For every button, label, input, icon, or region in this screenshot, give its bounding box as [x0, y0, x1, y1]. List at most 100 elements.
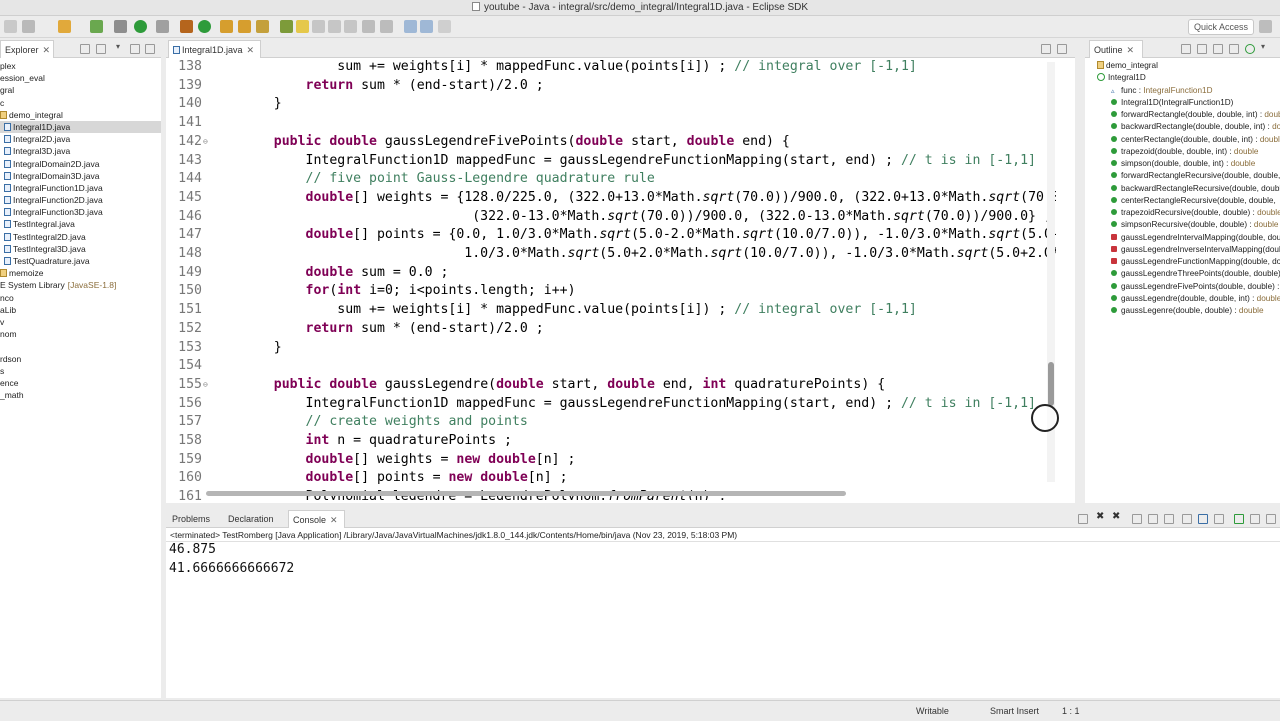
- tree-item[interactable]: E System Library [JavaSE-1.8]: [0, 279, 161, 291]
- outline-item[interactable]: gaussLegendreIntervalMapping(double, dou…: [1085, 232, 1280, 244]
- outline-item[interactable]: forwardRectangle(double, double, int) : …: [1085, 109, 1280, 121]
- outline-item[interactable]: simpsonRecursive(double, double) : doubl…: [1085, 219, 1280, 231]
- new-class-icon[interactable]: [198, 20, 211, 33]
- prev-annotation-icon[interactable]: [380, 20, 393, 33]
- code-line[interactable]: 159 double[] weights = new double[n] ;: [166, 451, 575, 470]
- tab-declaration[interactable]: Declaration: [224, 510, 280, 528]
- outline-item[interactable]: backwardRectangleRecursive(double, doubl…: [1085, 183, 1280, 195]
- outline-item[interactable]: gaussLegendreFunctionMapping(double, dou…: [1085, 256, 1280, 268]
- clear-console-icon[interactable]: [1132, 514, 1142, 524]
- next-annotation-icon[interactable]: [362, 20, 375, 33]
- tree-item-java-file[interactable]: Integral2D.java: [0, 133, 161, 145]
- outline-item[interactable]: gaussLegendreThreePoints(double, double)…: [1085, 268, 1280, 280]
- minimize-icon[interactable]: [130, 44, 140, 54]
- tab-outline[interactable]: Outline ✕: [1089, 40, 1143, 58]
- collapse-all-icon[interactable]: [80, 44, 90, 54]
- search-icon[interactable]: [238, 20, 251, 33]
- outline-item[interactable]: backwardRectangle(double, double, int) :…: [1085, 121, 1280, 133]
- tree-item[interactable]: memoize: [0, 267, 161, 279]
- word-wrap-icon[interactable]: [1164, 514, 1174, 524]
- tree-item[interactable]: plex: [0, 60, 161, 72]
- new-java-project-icon[interactable]: [180, 20, 193, 33]
- last-edit-icon[interactable]: [438, 20, 451, 33]
- annotation-icon[interactable]: [280, 20, 293, 33]
- console-output[interactable]: 46.875 41.6666666666672: [169, 541, 294, 578]
- tree-item-java-file[interactable]: Integral3D.java: [0, 145, 161, 157]
- display-console-icon[interactable]: [1250, 514, 1260, 524]
- tab-problems[interactable]: Problems: [168, 510, 216, 528]
- show-on-output-icon[interactable]: [1182, 514, 1192, 524]
- tree-item-java-file[interactable]: TestIntegral3D.java: [0, 243, 161, 255]
- vertical-scroll-thumb[interactable]: [1048, 362, 1054, 406]
- tree-item-java-file[interactable]: TestIntegral.java: [0, 218, 161, 230]
- tree-item-java-file[interactable]: IntegralFunction3D.java: [0, 206, 161, 218]
- highlight-icon[interactable]: [296, 20, 309, 33]
- outline-item[interactable]: gaussLegendre(double, double, int) : dou…: [1085, 293, 1280, 305]
- outline-item[interactable]: demo_integral: [1085, 60, 1280, 72]
- code-line[interactable]: 141: [166, 114, 242, 133]
- maximize-icon[interactable]: [145, 44, 155, 54]
- tree-item[interactable]: gral: [0, 84, 161, 96]
- tree-item[interactable]: _math: [0, 389, 161, 401]
- show-on-error-icon[interactable]: [1198, 514, 1208, 524]
- tree-item-java-file[interactable]: IntegralFunction2D.java: [0, 194, 161, 206]
- new-package-icon[interactable]: [90, 20, 103, 33]
- hide-fields-icon[interactable]: [1213, 44, 1223, 54]
- outline-item[interactable]: centerRectangle(double, double, int) : d…: [1085, 134, 1280, 146]
- code-line[interactable]: 148 1.0/3.0*Math.sqrt(5.0+2.0*Math.sqrt(…: [166, 245, 1056, 264]
- close-icon[interactable]: ✕: [247, 45, 255, 55]
- outline-item[interactable]: gaussLegenre(double, double) : double: [1085, 305, 1280, 317]
- code-line[interactable]: 142 ⊖ public double gaussLegendreFivePoin…: [166, 133, 790, 152]
- code-line[interactable]: 140 }: [166, 95, 282, 114]
- tree-item[interactable]: rdson: [0, 353, 161, 365]
- block-select-icon[interactable]: [328, 20, 341, 33]
- run-icon[interactable]: [134, 20, 147, 33]
- open-console-icon[interactable]: [1234, 514, 1244, 524]
- code-line[interactable]: 138 sum += weights[i] * mappedFunc.value…: [166, 58, 917, 77]
- outline-item[interactable]: simpson(double, double, int) : double: [1085, 158, 1280, 170]
- tree-item-java-file[interactable]: TestIntegral2D.java: [0, 231, 161, 243]
- code-line[interactable]: 146 (322.0-13.0*Math.sqrt(70.0))/900.0, …: [166, 208, 1052, 227]
- code-line[interactable]: 154: [166, 357, 242, 376]
- collapse-all-icon[interactable]: [1181, 44, 1191, 54]
- outline-item[interactable]: gaussLegendreInverseIntervalMapping(doub…: [1085, 244, 1280, 256]
- code-line[interactable]: 152 return sum * (end-start)/2.0 ;: [166, 320, 544, 339]
- view-menu-icon[interactable]: ▾: [116, 42, 126, 52]
- fold-toggle-icon[interactable]: ⊖: [203, 376, 208, 395]
- external-tools-icon[interactable]: [156, 20, 169, 33]
- code-line[interactable]: 147 double[] points = {0.0, 1.0/3.0*Math…: [166, 226, 1056, 245]
- code-line[interactable]: 153 }: [166, 339, 282, 358]
- tree-item[interactable]: v: [0, 316, 161, 328]
- tree-item[interactable]: ession_eval: [0, 72, 161, 84]
- close-icon[interactable]: ✕: [1127, 45, 1135, 55]
- outline-item[interactable]: centerRectangleRecursive(double, double,: [1085, 195, 1280, 207]
- outline-item[interactable]: gaussLegendreFivePoints(double, double) …: [1085, 281, 1280, 293]
- code-line[interactable]: 150 for(int i=0; i<points.length; i++): [166, 282, 575, 301]
- perspective-icon[interactable]: [1259, 20, 1272, 33]
- minimize-icon[interactable]: [1041, 44, 1051, 54]
- tree-item-java-file[interactable]: TestQuadrature.java: [0, 255, 161, 267]
- tree-item-java-file[interactable]: IntegralDomain2D.java: [0, 158, 161, 170]
- outline-item[interactable]: ▵ func : IntegralFunction1D: [1085, 85, 1280, 97]
- remove-all-icon[interactable]: ✖: [1112, 511, 1122, 522]
- remove-launch-icon[interactable]: ✖: [1096, 511, 1106, 522]
- open-type-icon[interactable]: [58, 20, 71, 33]
- outline-item[interactable]: Integral1D(IntegralFunction1D): [1085, 97, 1280, 109]
- tree-item[interactable]: nco: [0, 292, 161, 304]
- code-line[interactable]: 149 double sum = 0.0 ;: [166, 264, 448, 283]
- outline-item[interactable]: trapezoid(double, double, int) : double: [1085, 146, 1280, 158]
- hide-static-icon[interactable]: [1229, 44, 1239, 54]
- new-icon[interactable]: [4, 20, 17, 33]
- tree-item[interactable]: [0, 340, 161, 352]
- tree-item-java-file[interactable]: IntegralDomain3D.java: [0, 170, 161, 182]
- outline-item[interactable]: Integral1D: [1085, 72, 1280, 84]
- view-menu-icon[interactable]: ▾: [1261, 42, 1271, 52]
- editor-horizontal-scrollbar[interactable]: [206, 490, 1036, 497]
- tree-item[interactable]: nom: [0, 328, 161, 340]
- open-folder-icon[interactable]: [220, 20, 233, 33]
- tree-item[interactable]: ence: [0, 377, 161, 389]
- code-line[interactable]: 144 // five point Gauss-Legendre quadrat…: [166, 170, 655, 189]
- code-line[interactable]: 155 ⊖ public double gaussLegendre(double …: [166, 376, 885, 395]
- tree-item[interactable]: s: [0, 365, 161, 377]
- minimize-icon[interactable]: [1266, 514, 1276, 524]
